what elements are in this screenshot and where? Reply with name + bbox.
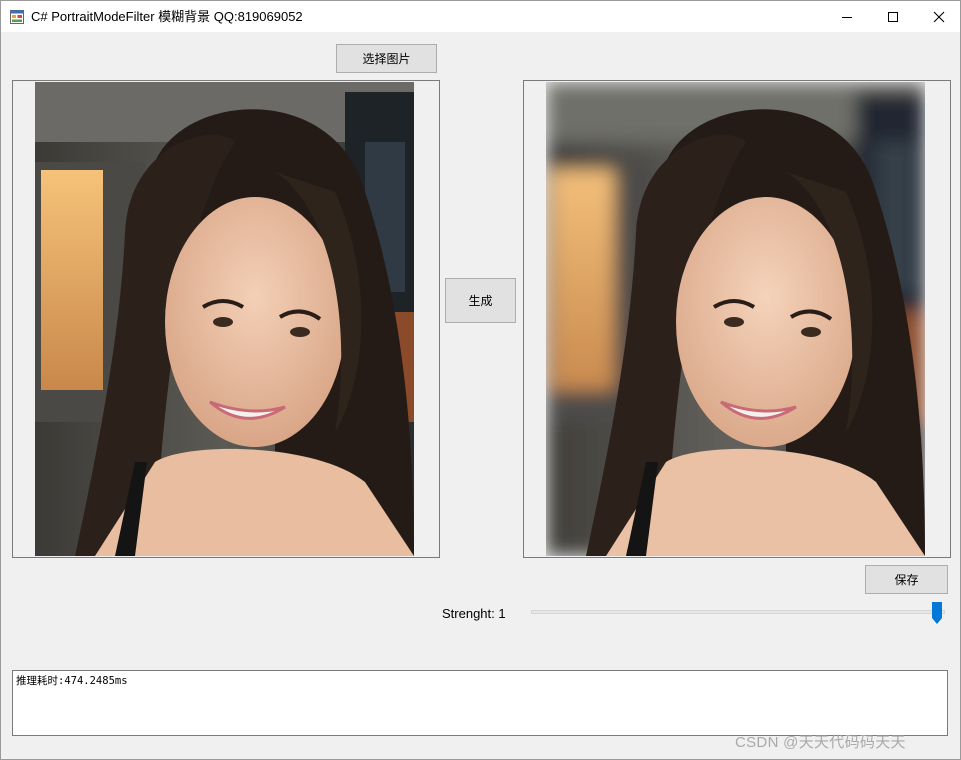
inference-log-textbox[interactable]: 推理耗时:474.2485ms bbox=[12, 670, 948, 736]
generate-button[interactable]: 生成 bbox=[445, 278, 516, 323]
strength-label: Strenght: 1 bbox=[442, 606, 506, 621]
minimize-button[interactable] bbox=[824, 1, 870, 32]
blurred-background-portrait-photo bbox=[546, 82, 925, 556]
maximize-icon bbox=[888, 11, 898, 22]
close-button[interactable] bbox=[916, 1, 960, 32]
maximize-button[interactable] bbox=[870, 1, 916, 32]
title-bar[interactable]: C# PortraitModeFilter 模糊背景 QQ:819069052 bbox=[1, 1, 960, 32]
app-form-icon bbox=[10, 10, 24, 24]
strength-trackbar[interactable] bbox=[531, 601, 945, 627]
trackbar-thumb[interactable] bbox=[932, 602, 942, 624]
result-picturebox bbox=[523, 80, 951, 558]
main-window: C# PortraitModeFilter 模糊背景 QQ:819069052 … bbox=[0, 0, 961, 760]
close-icon bbox=[933, 11, 945, 22]
window-title: C# PortraitModeFilter 模糊背景 QQ:819069052 bbox=[31, 9, 303, 24]
csdn-watermark: CSDN @天天代码码天天 bbox=[735, 734, 906, 751]
original-picturebox bbox=[12, 80, 440, 558]
select-image-button[interactable]: 选择图片 bbox=[336, 44, 437, 73]
portrait-photo bbox=[35, 82, 414, 556]
minimize-icon bbox=[842, 16, 852, 18]
save-button[interactable]: 保存 bbox=[865, 565, 948, 594]
trackbar-track[interactable] bbox=[531, 610, 945, 614]
